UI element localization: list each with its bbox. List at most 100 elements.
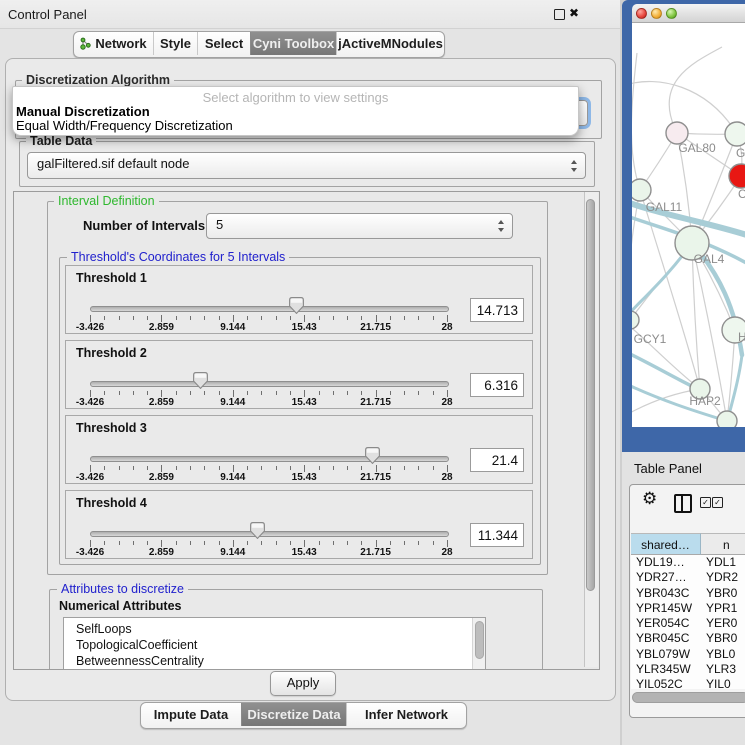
numerical-attributes-list[interactable]: SelfLoopsTopologicalCoefficientBetweenne… <box>63 617 486 670</box>
cell-shared-name[interactable]: YBR043C <box>631 586 701 601</box>
network-node-c[interactable] <box>729 164 745 188</box>
cell-name[interactable]: YDL1 <box>701 555 736 570</box>
slider-track[interactable] <box>90 531 449 537</box>
column-header-shared[interactable]: shared… <box>631 533 701 555</box>
dropdown-option-manual[interactable]: Manual Discretization <box>16 104 150 119</box>
list-item[interactable]: SelfLoops <box>64 621 485 637</box>
cell-name[interactable]: YIL0 <box>701 677 731 689</box>
slider-handle[interactable] <box>289 297 304 314</box>
tab-label: Discretize Data <box>247 707 340 722</box>
cell-shared-name[interactable]: YDR27… <box>631 570 701 585</box>
float-window-icon[interactable] <box>554 9 565 20</box>
tick-label: 15.43 <box>292 547 317 558</box>
tab-label: Cyni Toolbox <box>253 36 334 51</box>
apply-button[interactable]: Apply <box>270 671 336 696</box>
network-edge[interactable] <box>632 190 640 320</box>
slider-handle[interactable] <box>193 372 208 389</box>
num-intervals-label: Number of Intervals <box>83 218 205 233</box>
zoom-traffic-light[interactable] <box>666 8 677 19</box>
network-node-gcy1[interactable] <box>632 311 639 329</box>
network-edge-highlighted[interactable] <box>632 351 700 390</box>
checkbox-icon[interactable]: ✓ <box>700 497 711 508</box>
cell-name[interactable]: YER0 <box>701 616 737 631</box>
tab-jactivemnodules[interactable]: jActiveMNodules <box>336 32 444 55</box>
tab-label: Impute Data <box>154 707 228 722</box>
node-label: GAL4 <box>694 252 725 266</box>
cell-shared-name[interactable]: YLR345W <box>631 662 701 677</box>
slider-tick-labels: -3.4262.8599.14415.4321.71528 <box>66 472 532 483</box>
tick-label: 2.859 <box>149 322 174 333</box>
node-label: H <box>738 330 745 344</box>
tab-cyni-toolbox[interactable]: Cyni Toolbox <box>250 32 336 55</box>
threshold-value-field[interactable]: 14.713 <box>470 298 524 322</box>
cell-shared-name[interactable]: YDL19… <box>631 555 701 570</box>
threshold-value-field[interactable]: 21.4 <box>470 448 524 472</box>
close-icon[interactable]: ✖ <box>569 6 579 20</box>
settings-scrollbar-thumb[interactable] <box>586 199 595 591</box>
table-row[interactable]: YDR27…YDR2 <box>631 570 745 585</box>
cell-name[interactable]: YBR0 <box>701 631 737 646</box>
table-row[interactable]: YPR145WYPR1 <box>631 601 745 616</box>
cell-shared-name[interactable]: YPR145W <box>631 601 701 616</box>
network-canvas[interactable]: GAL80GCGAL11GAL4GCY1HHAP2 <box>632 23 745 427</box>
tab-discretize-data[interactable]: Discretize Data <box>241 703 346 726</box>
table-row[interactable]: YER054CYER0 <box>631 616 745 631</box>
minimize-traffic-light[interactable] <box>651 8 662 19</box>
list-scrollbar[interactable] <box>472 618 485 670</box>
list-scrollbar-thumb[interactable] <box>475 621 484 659</box>
list-item[interactable]: TopologicalCoefficient <box>64 637 485 653</box>
network-edge[interactable] <box>669 47 722 133</box>
slider-handle[interactable] <box>365 447 380 464</box>
cell-shared-name[interactable]: YBR045C <box>631 631 701 646</box>
algorithm-group-label: Discretization Algorithm <box>22 73 174 87</box>
cell-shared-name[interactable]: YIL052C <box>631 677 701 689</box>
tab-infer-network[interactable]: Infer Network <box>346 703 466 726</box>
tick-label: 2.859 <box>149 547 174 558</box>
tab-select[interactable]: Select <box>197 32 250 55</box>
list-item[interactable]: BetweennessCentrality <box>64 653 485 669</box>
cell-name[interactable]: YDR2 <box>701 570 738 585</box>
threshold-label: Threshold 2 <box>76 346 147 360</box>
tab-label: Network <box>95 36 146 51</box>
threshold-value-field[interactable]: 11.344 <box>470 523 524 547</box>
table-row[interactable]: YBL079WYBL0 <box>631 647 745 662</box>
threshold-panel-3: Threshold 3-3.4262.8599.14415.4321.71528… <box>65 415 533 484</box>
gear-icon[interactable]: ⚙ <box>642 489 657 509</box>
column-header-name[interactable]: n <box>701 533 745 555</box>
num-intervals-combobox[interactable]: 5 <box>206 213 513 239</box>
tab-impute-data[interactable]: Impute Data <box>141 703 241 726</box>
slider-track[interactable] <box>90 456 449 462</box>
tab-style[interactable]: Style <box>153 32 197 55</box>
table-row[interactable]: YDL19…YDL1 <box>631 555 745 570</box>
cell-name[interactable]: YPR1 <box>701 601 737 616</box>
slider-tick-labels: -3.4262.8599.14415.4321.71528 <box>66 397 532 408</box>
network-edge[interactable] <box>632 53 640 190</box>
cell-name[interactable]: YBR0 <box>701 586 737 601</box>
table-row[interactable]: YBR045CYBR0 <box>631 631 745 646</box>
tick-label: 21.715 <box>360 547 391 558</box>
network-node[interactable] <box>717 411 737 427</box>
columns-icon[interactable] <box>674 494 692 513</box>
checkbox-icon[interactable]: ✓ <box>712 497 723 508</box>
close-traffic-light[interactable] <box>636 8 647 19</box>
table-row[interactable]: YLR345WYLR3 <box>631 662 745 677</box>
cell-shared-name[interactable]: YER054C <box>631 616 701 631</box>
slider-track[interactable] <box>90 381 449 387</box>
tab-network[interactable]: Network <box>74 32 153 55</box>
table-hscrollbar-thumb[interactable] <box>632 692 745 703</box>
table-row[interactable]: YBR043CYBR0 <box>631 586 745 601</box>
tick-label: -3.426 <box>76 547 104 558</box>
network-node-gal11[interactable] <box>632 179 651 201</box>
cell-shared-name[interactable]: YBL079W <box>631 647 701 662</box>
network-window-titlebar[interactable] <box>632 4 745 23</box>
table-row[interactable]: YIL052CYIL0 <box>631 677 745 689</box>
cell-name[interactable]: YBL0 <box>701 647 735 662</box>
top-tab-strip: Network StyleSelectCyni ToolboxjActiveMNo… <box>73 31 445 58</box>
table-data-combobox[interactable]: galFiltered.sif default node <box>27 152 586 179</box>
cell-name[interactable]: YLR3 <box>701 662 736 677</box>
dropdown-option-equal-width[interactable]: Equal Width/Frequency Discretization <box>16 118 233 133</box>
network-node-g[interactable] <box>725 122 745 146</box>
slider-handle[interactable] <box>250 522 265 539</box>
threshold-value-field[interactable]: 6.316 <box>470 373 524 397</box>
slider-track[interactable] <box>90 306 449 312</box>
